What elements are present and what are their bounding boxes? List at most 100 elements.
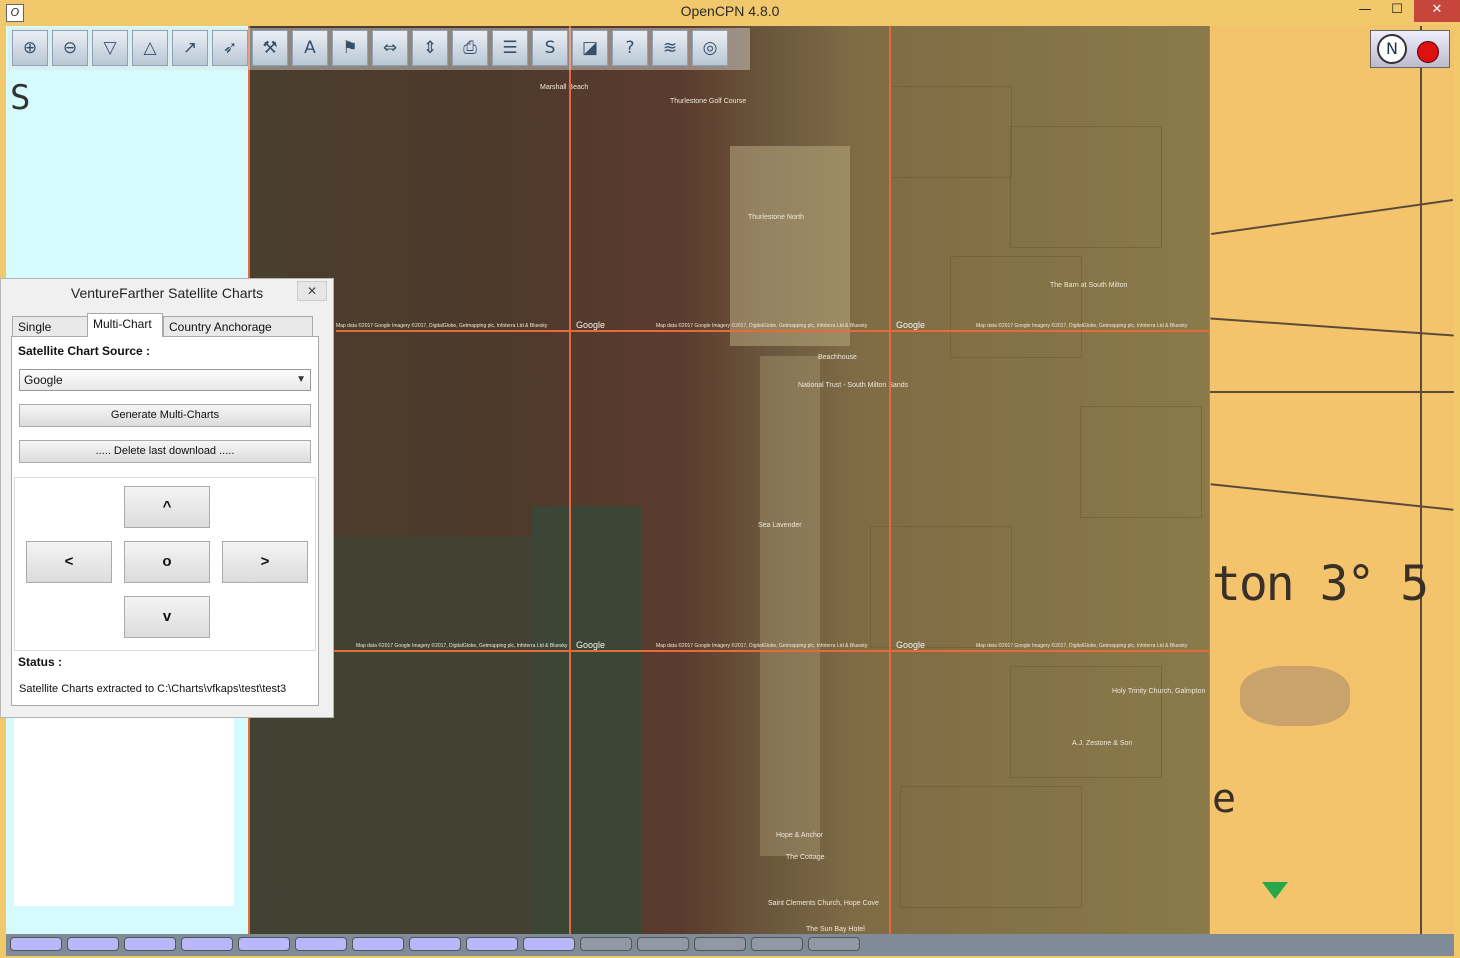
tab-single-chart[interactable]: Single Chart xyxy=(12,316,88,354)
place-label: The Sun Bay Hotel xyxy=(806,926,865,933)
mark-icon[interactable]: ⚑ xyxy=(332,30,368,66)
zoom-out-icon[interactable]: ⊖ xyxy=(52,30,88,66)
source-select-value: Google xyxy=(24,373,63,387)
shoreline xyxy=(760,356,820,856)
maximize-button[interactable]: ☐ xyxy=(1382,0,1412,22)
gps-status-icon xyxy=(1417,41,1439,63)
tab-country-anchorage-charts[interactable]: Country Anchorage Charts xyxy=(163,316,313,354)
chart-bar-item[interactable] xyxy=(409,937,461,951)
depth-contour xyxy=(1210,483,1454,511)
chart-source-select[interactable]: Google ▼ xyxy=(19,369,311,391)
main-toolbar: ⊕ ⊖ ▽ △ ↗ ➶ ⚒ A ⚑ ⇔ ⇕ ⎙ ☰ S ◪? ≋ ◎ xyxy=(8,28,750,70)
chart-boundary xyxy=(889,26,891,934)
depth-contour xyxy=(1210,317,1454,337)
settings-icon[interactable]: ⚒ xyxy=(252,30,288,66)
color-scheme-icon[interactable]: ◪ xyxy=(572,30,608,66)
chart-boundary xyxy=(336,330,1212,332)
chart-boundary xyxy=(250,650,1212,652)
tab-multi-chart[interactable]: Multi-Chart xyxy=(87,313,163,337)
field xyxy=(890,86,1012,178)
chart-border xyxy=(1420,26,1422,934)
depth-contour xyxy=(1211,199,1453,235)
window-title-bar: O OpenCPN 4.8.0 — ☐ ✕ xyxy=(0,0,1460,24)
chart-bar-item[interactable] xyxy=(238,937,290,951)
place-label: Holy Trinity Church, Galmpton xyxy=(1112,688,1206,695)
chart-bar-item[interactable] xyxy=(808,937,860,951)
place-label: A.J. Zestone & Son xyxy=(1072,740,1133,747)
place-label: Sea Lavender xyxy=(758,522,802,529)
place-label: Saint Clements Church, Hope Cove xyxy=(768,900,879,907)
dialog-close-button[interactable]: ✕ xyxy=(297,281,327,301)
venturefarther-dialog: VentureFarther Satellite Charts ✕ Single… xyxy=(0,278,334,718)
land-patch xyxy=(1240,666,1350,726)
help-icon[interactable]: ? xyxy=(612,30,648,66)
generate-multi-charts-button[interactable]: Generate Multi-Charts xyxy=(19,404,311,427)
field xyxy=(900,786,1082,908)
chart-bar-item[interactable] xyxy=(67,937,119,951)
ownship-marker-icon xyxy=(1262,882,1288,899)
scale-in-icon[interactable]: ▽ xyxy=(92,30,128,66)
map-attribution: Map data ©2017 Google Imagery ©2017, Dig… xyxy=(336,323,548,329)
mob-icon[interactable]: ◎ xyxy=(692,30,728,66)
chart-bar-item[interactable] xyxy=(10,937,62,951)
pan-down-button[interactable]: v xyxy=(124,596,210,638)
chart-bar-item[interactable] xyxy=(124,937,176,951)
auto-follow-icon[interactable]: ➶ xyxy=(212,30,248,66)
chart-bar-item[interactable] xyxy=(181,937,233,951)
map-attribution: Map data ©2017 Google Imagery ©2017, Dig… xyxy=(976,643,1188,649)
chart-boundary xyxy=(569,26,571,934)
place-label: The Barn at South Milton xyxy=(1050,282,1128,289)
close-window-button[interactable]: ✕ xyxy=(1414,0,1460,22)
pan-left-button[interactable]: < xyxy=(26,541,112,583)
pan-controls: ^ < o > v xyxy=(14,477,316,651)
pan-center-button[interactable]: o xyxy=(124,541,210,583)
chart-bar-item[interactable] xyxy=(295,937,347,951)
status-label: Status : xyxy=(18,655,63,669)
chart-bar-item[interactable] xyxy=(466,937,518,951)
depth-icon[interactable]: ⇕ xyxy=(412,30,448,66)
place-label: The Cottage xyxy=(786,854,825,861)
minimize-button[interactable]: — xyxy=(1350,0,1380,22)
map-attribution: Map data ©2017 Google Imagery ©2017, Dig… xyxy=(976,323,1188,329)
route-icon[interactable]: ↗ xyxy=(172,30,208,66)
place-label: Marshall Beach xyxy=(540,84,589,91)
field xyxy=(1010,126,1162,248)
text-icon[interactable]: A xyxy=(292,30,328,66)
chart-bar-item[interactable] xyxy=(580,937,632,951)
zoom-in-icon[interactable]: ⊕ xyxy=(12,30,48,66)
compass-icon[interactable]: N xyxy=(1377,34,1407,64)
ais-icon[interactable]: ≋ xyxy=(652,30,688,66)
field xyxy=(1010,666,1162,778)
chart-bar xyxy=(6,934,1454,956)
chart-bar-item[interactable] xyxy=(523,937,575,951)
place-label: National Trust - South Milton Sands xyxy=(798,382,909,389)
chart-bar-item[interactable] xyxy=(637,937,689,951)
place-label: Beachhouse xyxy=(818,354,857,361)
map-attribution: Map data ©2017 Google Imagery ©2017, Dig… xyxy=(656,643,868,649)
track-icon[interactable]: S xyxy=(532,30,568,66)
field xyxy=(1080,406,1202,518)
land-area xyxy=(14,716,234,906)
dialog-title: VentureFarther Satellite Charts xyxy=(70,285,264,301)
map-attribution: Map data ©2017 Google Imagery ©2017, Dig… xyxy=(356,643,568,649)
google-watermark: Google xyxy=(576,640,606,650)
chart-bar-item[interactable] xyxy=(352,937,404,951)
chevron-down-icon: ▼ xyxy=(296,374,306,385)
field xyxy=(950,256,1082,358)
place-label: Hope & Anchor xyxy=(776,832,824,839)
scale-out-icon[interactable]: △ xyxy=(132,30,168,66)
delete-last-download-button[interactable]: ..... Delete last download ..... xyxy=(19,440,311,463)
pan-right-button[interactable]: > xyxy=(222,541,308,583)
chart-bar-item[interactable] xyxy=(751,937,803,951)
compass-widget[interactable]: N xyxy=(1370,30,1450,68)
source-label: Satellite Chart Source : xyxy=(18,344,151,358)
vector-chart-right xyxy=(1210,26,1454,934)
place-label: Thurlestone North xyxy=(748,214,805,221)
chart-label-lower: e xyxy=(1212,776,1237,822)
route-manager-icon[interactable]: ☰ xyxy=(492,30,528,66)
chart-quilting-icon[interactable]: ⇔ xyxy=(372,30,408,66)
chart-bar-item[interactable] xyxy=(694,937,746,951)
pan-up-button[interactable]: ^ xyxy=(124,486,210,528)
google-watermark: Google xyxy=(896,320,926,330)
print-icon[interactable]: ⎙ xyxy=(452,30,488,66)
